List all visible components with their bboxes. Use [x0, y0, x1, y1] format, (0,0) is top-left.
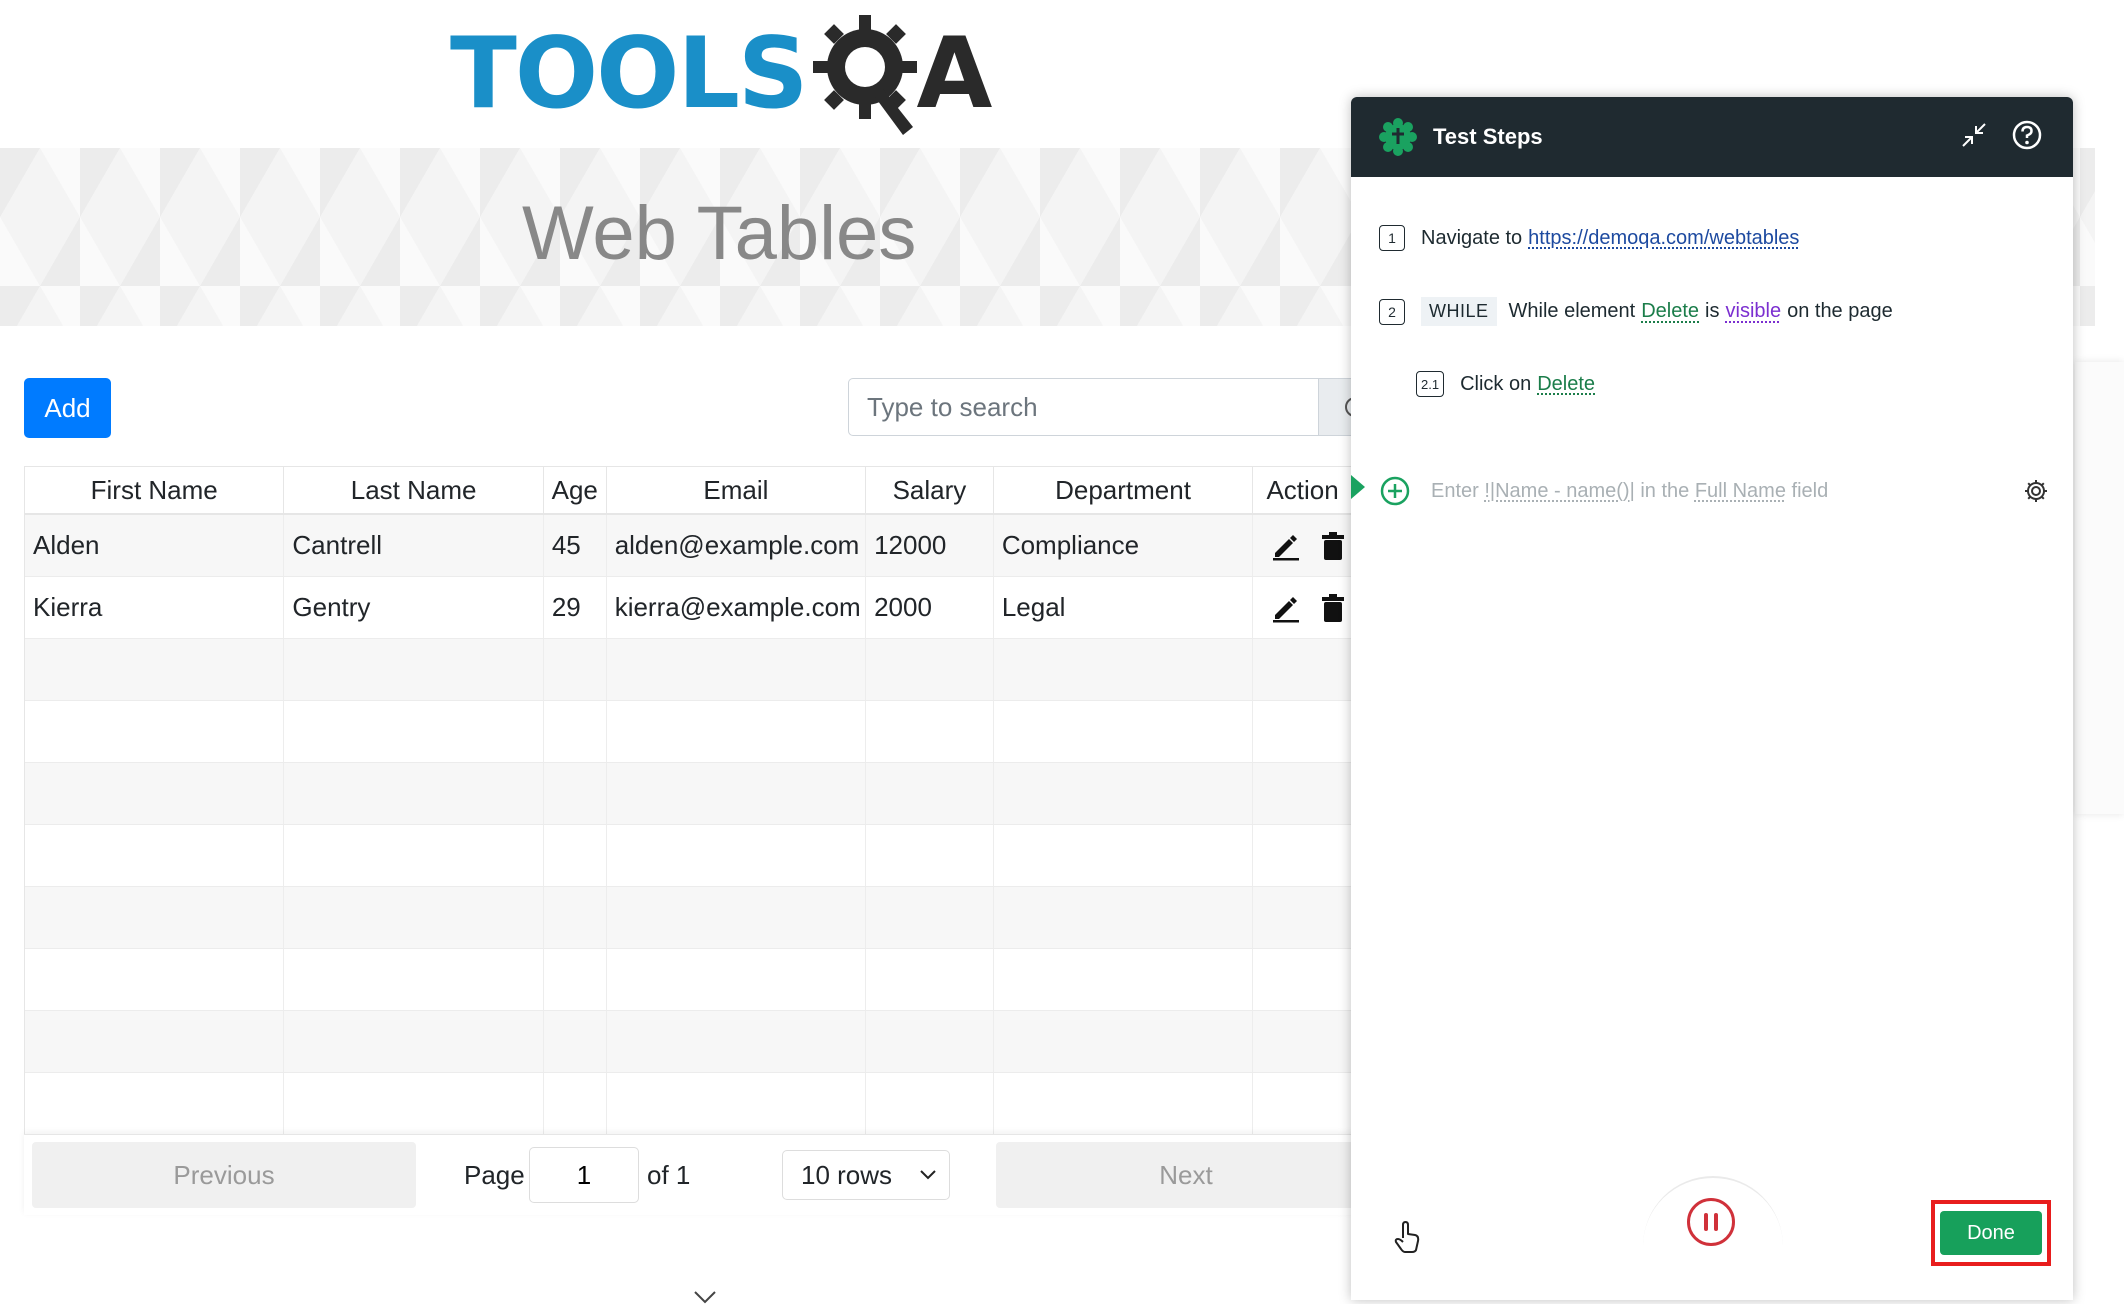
cell-age: 29	[544, 577, 607, 638]
panel-title: Test Steps	[1433, 124, 1543, 149]
step-2[interactable]: 2 WHILE While element Delete is visible …	[1379, 297, 1893, 326]
cell-age: 45	[544, 515, 607, 576]
toolsqa-logo[interactable]: TOOLS A	[450, 14, 993, 135]
chevron-down-icon	[694, 1291, 716, 1304]
table-header: First Name Last Name Age Email Salary De…	[25, 467, 1353, 515]
delete-icon[interactable]	[1321, 593, 1345, 623]
empty-row	[25, 639, 1353, 701]
step-url-link[interactable]: https://demoqa.com/webtables	[1528, 227, 1799, 250]
web-table: First Name Last Name Age Email Salary De…	[24, 466, 1354, 1214]
condition-link[interactable]: visible	[1726, 300, 1782, 323]
empty-row	[25, 701, 1353, 763]
empty-row	[25, 949, 1353, 1011]
new-step-placeholder: Enter !|Name - name()| in the Full Name …	[1431, 479, 1829, 502]
search-box	[848, 378, 1358, 438]
element-link[interactable]: Delete	[1641, 300, 1699, 323]
page-label: Page	[464, 1159, 525, 1190]
add-step-icon[interactable]	[1379, 475, 1411, 507]
previous-button[interactable]: Previous	[32, 1142, 416, 1208]
help-icon[interactable]	[2011, 119, 2043, 151]
done-button[interactable]: Done	[1940, 1211, 2042, 1255]
empty-row	[25, 763, 1353, 825]
empty-row	[25, 1011, 1353, 1073]
cell-action	[1253, 577, 1353, 638]
empty-row	[25, 1073, 1353, 1135]
column-header-first-name[interactable]: First Name	[25, 467, 285, 513]
edit-icon[interactable]	[1271, 593, 1301, 623]
done-highlight: Done	[1931, 1200, 2051, 1266]
cell-last-name: Cantrell	[284, 515, 544, 576]
panel-footer: Done	[1351, 1176, 2073, 1300]
page: TOOLS A Web Tables Add Type to search Fi…	[0, 0, 2124, 1304]
cell-email: kierra@example.com	[607, 577, 867, 638]
settings-gear-icon[interactable]	[2023, 478, 2049, 504]
new-step-input[interactable]: Enter !|Name - name()| in the Full Name …	[1379, 475, 2049, 507]
panel-header: Test Steps	[1351, 97, 2073, 177]
rows-per-page-select[interactable]: 10 rows	[782, 1150, 950, 1200]
cell-first-name: Kierra	[25, 577, 285, 638]
table-row: Kierra Gentry 29 kierra@example.com 2000…	[25, 577, 1353, 639]
search-input[interactable]	[848, 378, 1319, 436]
edit-icon[interactable]	[1271, 531, 1301, 561]
cell-department: Compliance	[994, 515, 1254, 576]
pause-button[interactable]	[1687, 1198, 1735, 1246]
cell-email: alden@example.com	[607, 515, 867, 576]
pointer-hand-icon[interactable]	[1393, 1220, 1423, 1254]
step-2-1[interactable]: 2.1 Click on Delete	[1416, 371, 1601, 397]
step-text: While element	[1508, 300, 1636, 322]
column-header-last-name[interactable]: Last Name	[284, 467, 544, 513]
cell-first-name: Alden	[25, 515, 285, 576]
step-number: 1	[1379, 225, 1405, 251]
step-text: is	[1705, 300, 1720, 322]
page-title: Web Tables	[522, 191, 917, 276]
cell-salary: 12000	[866, 515, 994, 576]
insertion-marker	[1351, 475, 1365, 499]
chevron-down-icon	[920, 1170, 936, 1180]
step-text: on the page	[1787, 300, 1893, 322]
logo-suffix: A	[916, 17, 993, 131]
cell-action	[1253, 515, 1353, 576]
step-text: Click on	[1460, 372, 1532, 395]
test-steps-panel: Test Steps 1 Navigate to https://demoqa.…	[1351, 97, 2073, 1300]
total-pages-label: of 1	[647, 1159, 691, 1190]
column-header-salary[interactable]: Salary	[866, 467, 994, 513]
pause-icon	[1704, 1213, 1708, 1231]
step-number: 2.1	[1416, 371, 1445, 397]
cell-department: Legal	[994, 577, 1254, 638]
next-button[interactable]: Next	[996, 1142, 1376, 1208]
delete-icon[interactable]	[1321, 531, 1345, 561]
pagination: Previous Page of 1 10 rows Next	[24, 1134, 1376, 1215]
column-header-action[interactable]: Action	[1253, 467, 1353, 513]
page-number-input[interactable]	[529, 1147, 639, 1203]
step-text: Navigate to	[1421, 226, 1523, 249]
empty-row	[25, 887, 1353, 949]
collapse-icon[interactable]	[1959, 120, 1989, 150]
step-keyword-badge: WHILE	[1421, 297, 1497, 326]
column-header-age[interactable]: Age	[544, 467, 607, 513]
logo-text: TOOLS	[450, 17, 808, 131]
gear-logo-icon	[812, 15, 917, 135]
testim-logo-icon	[1379, 118, 1417, 156]
background-sidebar	[2075, 362, 2124, 814]
element-link[interactable]: Delete	[1537, 373, 1595, 396]
column-header-department[interactable]: Department	[994, 467, 1254, 513]
step-number: 2	[1379, 298, 1405, 325]
rows-per-page-value: 10 rows	[801, 1159, 893, 1190]
column-header-email[interactable]: Email	[607, 467, 867, 513]
step-1[interactable]: 1 Navigate to https://demoqa.com/webtabl…	[1379, 225, 1805, 251]
empty-row	[25, 825, 1353, 887]
table-row: Alden Cantrell 45 alden@example.com 1200…	[25, 515, 1353, 577]
add-button[interactable]: Add	[24, 378, 111, 438]
cell-salary: 2000	[866, 577, 994, 638]
cell-last-name: Gentry	[284, 577, 544, 638]
